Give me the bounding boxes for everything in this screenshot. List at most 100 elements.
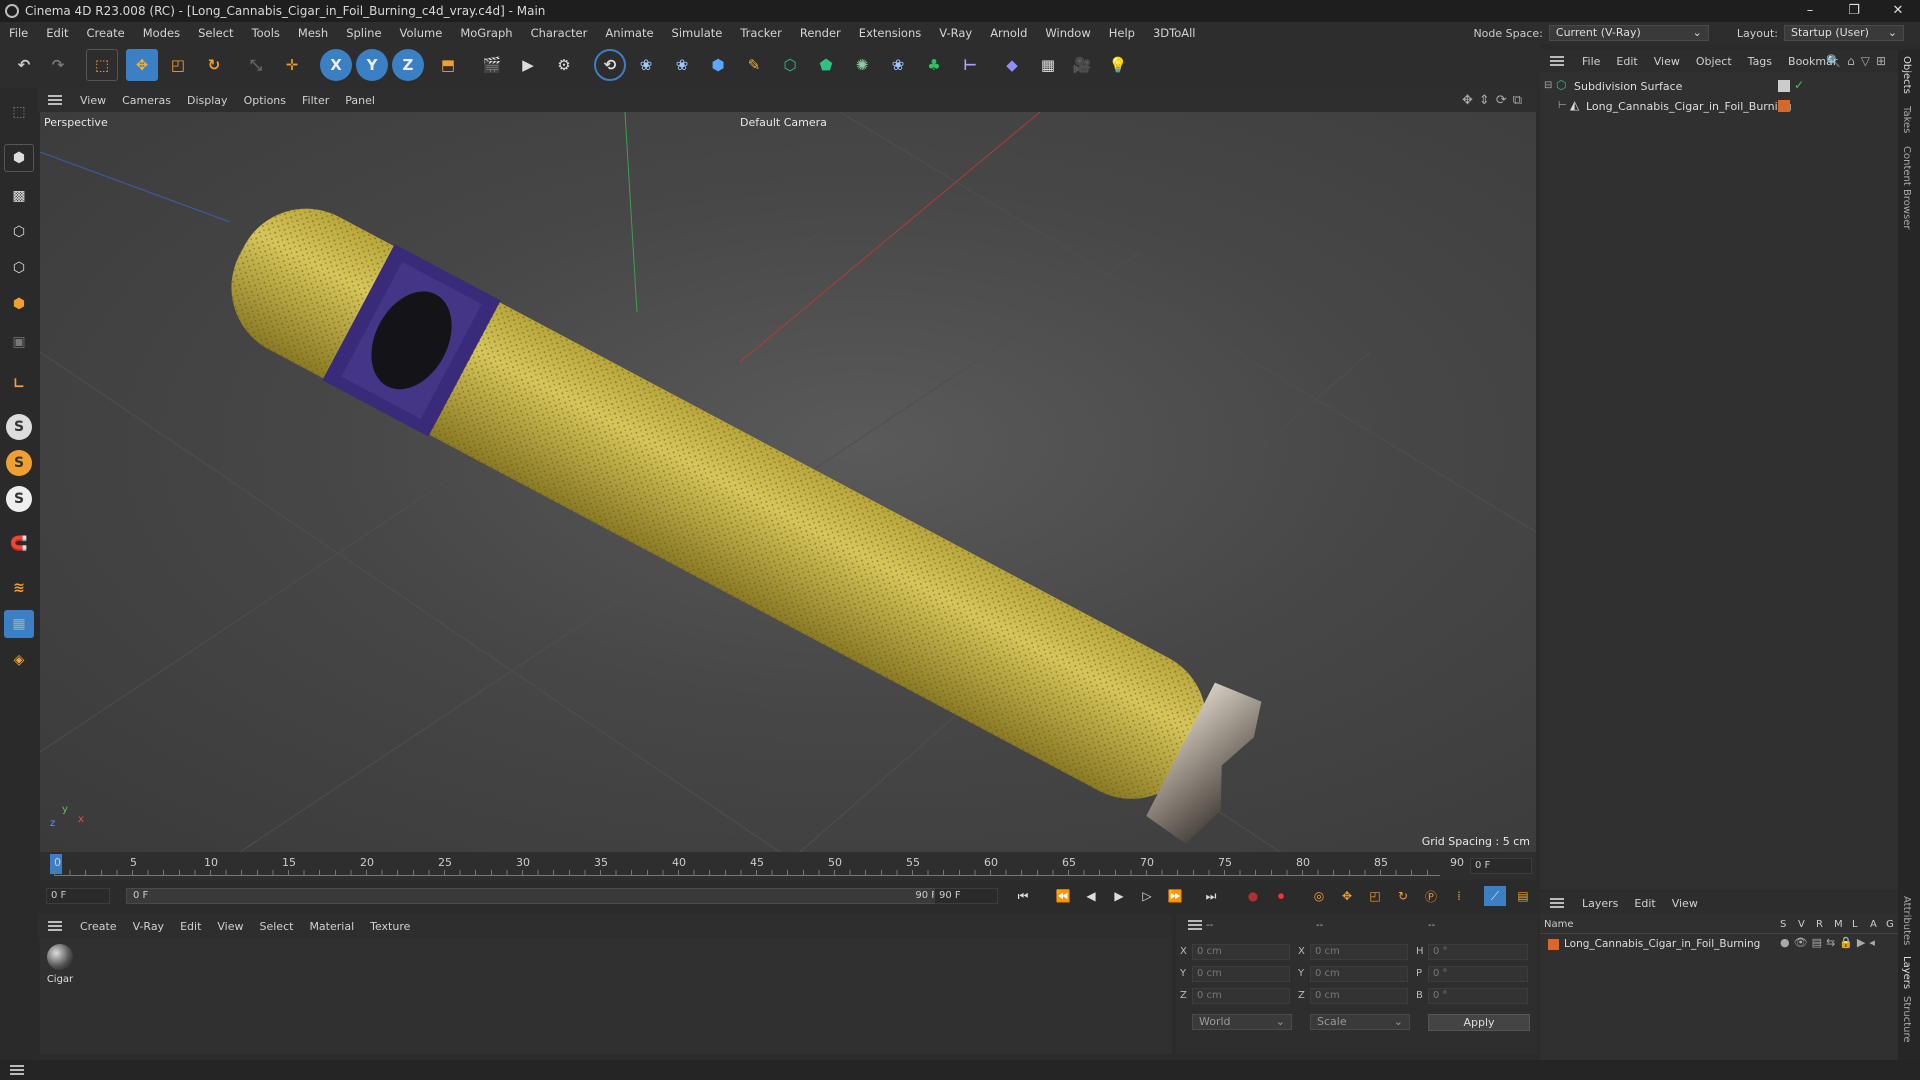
enabled-check-icon[interactable]: ✓ [1794,78,1804,92]
rot-h-field[interactable]: 0 ° [1428,944,1528,960]
recent-tool-icon[interactable]: ⤡ [240,49,272,81]
timeline-ruler[interactable]: 0 5 10 15 20 25 30 35 40 45 50 55 60 65 … [40,852,1536,880]
size-x-field[interactable]: 0 cm [1310,944,1408,960]
menu-mesh[interactable]: Mesh [289,22,337,44]
snap-icon[interactable]: S [6,414,32,440]
viewport-menu-filter[interactable]: Filter [294,94,337,107]
rotate-tool-icon[interactable]: ↻ [198,49,230,81]
x-axis-button[interactable]: X [320,49,352,81]
viewport-menu-panel[interactable]: Panel [337,94,383,107]
close-button[interactable]: ✕ [1876,0,1920,22]
redo-icon[interactable]: ↷ [42,49,74,81]
tab-attributes[interactable]: Attributes [1901,896,1912,945]
menu-render[interactable]: Render [791,22,850,44]
grid-icon[interactable]: ▦ [4,610,34,638]
start-frame-field[interactable]: 0 F [46,888,110,904]
extrude-generator-icon[interactable]: ⬟ [810,49,842,81]
material-menu-vray[interactable]: V-Ray [125,920,173,933]
pos-z-field[interactable]: 0 cm [1192,988,1290,1004]
size-y-field[interactable]: 0 cm [1310,966,1408,982]
go-to-start-icon[interactable]: ⏮ [1012,886,1034,906]
layer-color-icon[interactable] [1548,939,1559,950]
object-menu-object[interactable]: Object [1688,55,1740,68]
minimize-button[interactable]: – [1788,0,1832,22]
object-menu-view[interactable]: View [1646,55,1688,68]
texture-mode-icon[interactable]: ▩ [4,182,34,210]
key-parameter-icon[interactable]: Ⓟ [1420,886,1442,906]
live-selection-icon[interactable]: ⬚ [86,49,118,81]
undo-icon[interactable]: ↶ [8,49,40,81]
workplane-snap-icon[interactable]: S [6,486,32,512]
cube-icon[interactable]: ⬢ [702,49,734,81]
material-menu-edit[interactable]: Edit [172,920,209,933]
viewport-menu-icon[interactable] [48,95,62,105]
tab-structure[interactable]: Structure [1901,996,1912,1043]
pen-spline-icon[interactable]: ✎ [738,49,770,81]
menu-window[interactable]: Window [1036,22,1099,44]
material-swatch[interactable]: Cigar [44,944,76,985]
mograph-cloner-icon[interactable]: ✺ [846,49,878,81]
preview-range-slider[interactable]: 0 F 90 F [126,888,946,904]
object-manager-menu-icon[interactable] [1550,56,1564,66]
viewport-nav-icons[interactable]: ✥⇕⟳⧉ [1462,93,1528,108]
tab-takes[interactable]: Takes [1901,106,1912,133]
uv-mode-icon[interactable]: ▣ [4,328,34,356]
menu-edit[interactable]: Edit [37,22,77,44]
locked-workplane-icon[interactable]: ◈ [4,646,34,674]
menu-create[interactable]: Create [78,22,134,44]
menu-modes[interactable]: Modes [134,22,189,44]
material-menu-create[interactable]: Create [72,920,125,933]
viewport-camera-label[interactable]: Default Camera [740,116,827,129]
layers-menu-layers[interactable]: Layers [1574,897,1626,910]
python-script-icon[interactable]: ❀ [630,49,662,81]
coordinate-system-icon[interactable]: ⬒ [432,49,464,81]
menu-character[interactable]: Character [522,22,597,44]
menu-tools[interactable]: Tools [243,22,289,44]
field-icon[interactable]: ♣ [918,49,950,81]
scale-tool-icon[interactable]: ◰ [162,49,194,81]
autokeying-icon[interactable]: ⏺ [1270,886,1292,906]
menu-arnold[interactable]: Arnold [981,22,1036,44]
object-menu-file[interactable]: File [1574,55,1608,68]
object-row-subdivision-surface[interactable]: ⊟ ⬡ Subdivision Surface ✓ [1540,78,1898,96]
tab-layers[interactable]: Layers [1901,956,1912,989]
layer-manager-menu-icon[interactable] [1550,898,1564,908]
render-settings-icon[interactable]: ⚙ [548,49,580,81]
menu-mograph[interactable]: MoGraph [451,22,521,44]
menu-volume[interactable]: Volume [391,22,452,44]
layers-menu-edit[interactable]: Edit [1626,897,1663,910]
status-menu-icon[interactable] [10,1065,24,1075]
menu-simulate[interactable]: Simulate [663,22,732,44]
go-to-end-icon[interactable]: ⏭ [1200,886,1222,906]
object-menu-tags[interactable]: Tags [1740,55,1780,68]
material-menu-select[interactable]: Select [252,920,302,933]
layer-row[interactable]: Long_Cannabis_Cigar_in_Foil_Burning ●👁▤⇆… [1540,936,1898,954]
material-menu-view[interactable]: View [209,920,251,933]
render-picture-viewer-icon[interactable]: ▶ [512,49,544,81]
key-position-icon[interactable]: ✥ [1336,886,1358,906]
interpolation-icon[interactable]: ⟋ [1484,886,1506,906]
keyframe-selection-icon[interactable]: ◎ [1308,886,1330,906]
layers-menu-view[interactable]: View [1664,897,1706,910]
measure-icon[interactable]: ⊢ [954,49,986,81]
menu-select[interactable]: Select [189,22,242,44]
magnet-icon[interactable]: 🧲 [4,530,34,558]
key-rotation-icon[interactable]: ↻ [1392,886,1414,906]
viewport-menu-options[interactable]: Options [236,94,294,107]
axis-mode-icon[interactable]: ∟ [4,370,34,398]
z-axis-button[interactable]: Z [392,49,424,81]
menu-help[interactable]: Help [1100,22,1144,44]
model-mode-icon[interactable]: ⬢ [4,144,34,172]
points-mode-icon[interactable]: ⬡ [4,218,34,246]
menu-tracker[interactable]: Tracker [731,22,791,44]
polygons-mode-icon[interactable]: ⬢ [4,290,34,318]
timeline-window-icon[interactable]: ▤ [1512,886,1534,906]
viewport-menu-view[interactable]: View [72,94,114,107]
layer-tag-icon[interactable] [1778,80,1790,92]
rot-b-field[interactable]: 0 ° [1428,988,1528,1004]
deformer-icon[interactable]: ❀ [882,49,914,81]
floor-icon[interactable]: ▦ [1030,49,1066,81]
node-space-dropdown[interactable]: Current (V-Ray) ⌄ [1548,25,1709,41]
menu-spline[interactable]: Spline [337,22,390,44]
subdivision-surface-icon[interactable]: ⬡ [774,49,806,81]
